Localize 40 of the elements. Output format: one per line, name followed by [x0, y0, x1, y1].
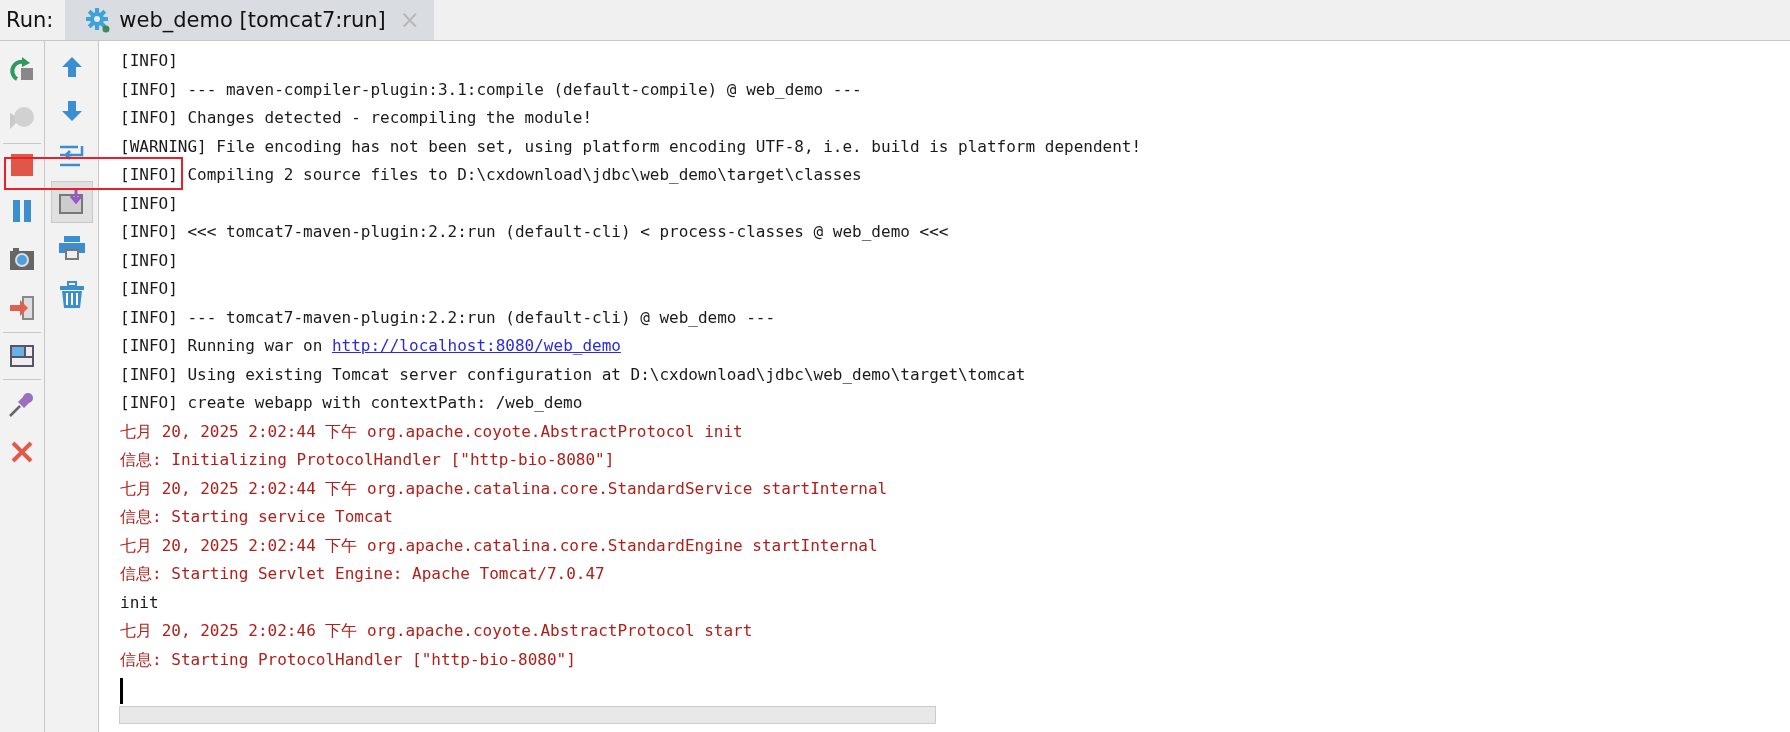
- close-icon[interactable]: [10, 440, 34, 464]
- console-line: [INFO]: [120, 50, 178, 72]
- run-tab[interactable]: web_demo [tomcat7:run] ×: [65, 0, 434, 40]
- console-line: [INFO]: [120, 192, 178, 215]
- console-line: [INFO] create webapp with contextPath: /web_demo: [120, 392, 583, 414]
- camera-icon[interactable]: [8, 246, 36, 272]
- console-line: [INFO] --- tomcat7-maven-plugin:2.2:run (default-cli) @ web_demo ---: [120, 306, 776, 329]
- trash-icon[interactable]: [58, 281, 85, 309]
- console-line: 七月 20, 2025 2:02:44 下午 org.apache.coyote.AbstractProtocol init: [120, 420, 743, 443]
- console-line: 七月 20, 2025 2:02:44 下午 org.apache.catalina.core.StandardService startInternal: [120, 477, 888, 500]
- console-line: 七月 20, 2025 2:02:46 下午 org.apache.coyote.AbstractProtocol start: [120, 620, 753, 642]
- console-line: [INFO] Compiling 2 source files to D:\cxdownload\jdbc\web_demo\target\classes: [120, 164, 862, 186]
- console-line: [INFO] Running war on http://localhost:8080/web_demo: [120, 335, 621, 357]
- horizontal-scrollbar[interactable]: [119, 706, 936, 724]
- console-line: [INFO]: [120, 278, 178, 300]
- console-line: [INFO]: [120, 249, 178, 272]
- url-link[interactable]: http://localhost:8080/web_demo: [331, 336, 621, 355]
- wrap-arrows-icon: [57, 143, 86, 169]
- console-line: [INFO] <<< tomcat7-maven-plugin:2.2:run (default-cli) < process-classes @ web_demo <<<: [120, 221, 949, 243]
- console-line: [INFO] Changes detected - recompiling the module!: [120, 107, 592, 129]
- console-line: [WARNING] File encoding has not been set, using platform encoding UTF-8, i.e. build is platform dependent!: [120, 135, 1142, 158]
- down-into-box-icon: [57, 189, 86, 215]
- console-line: [INFO] --- maven-compiler-plugin:3.1:compile (default-compile) @ web_demo ---: [120, 78, 862, 101]
- console-line: init: [120, 591, 159, 614]
- console-line: 信息: Starting ProtocolHandler ["http-bio-8080"]: [120, 648, 576, 671]
- exit-icon[interactable]: [8, 294, 36, 322]
- gear-icon: [85, 7, 112, 33]
- console-line: 信息: Starting service Tomcat: [120, 506, 393, 528]
- rerun-icon[interactable]: [8, 55, 36, 83]
- pin-icon[interactable]: [8, 390, 36, 418]
- scroll-to-end-toggle[interactable]: [50, 181, 93, 223]
- console-line: [INFO] Using existing Tomcat server configuration at D:\cxdownload\jdbc\web_demo\target\tomcat: [120, 363, 1026, 386]
- printer-icon[interactable]: [57, 235, 86, 261]
- run-label: Run:: [5, 7, 55, 34]
- console-line: 七月 20, 2025 2:02:44 下午 org.apache.catalina.core.StandardEngine startInternal: [120, 534, 878, 557]
- pause-icon[interactable]: [10, 198, 34, 224]
- console-line: 信息: Starting Servlet Engine: Apache Tomcat/7.0.47: [120, 563, 605, 585]
- text-cursor: [120, 678, 123, 704]
- layout-icon[interactable]: [8, 343, 36, 369]
- console-line: 信息: Initializing ProtocolHandler ["http-bio-8080"]: [120, 449, 615, 471]
